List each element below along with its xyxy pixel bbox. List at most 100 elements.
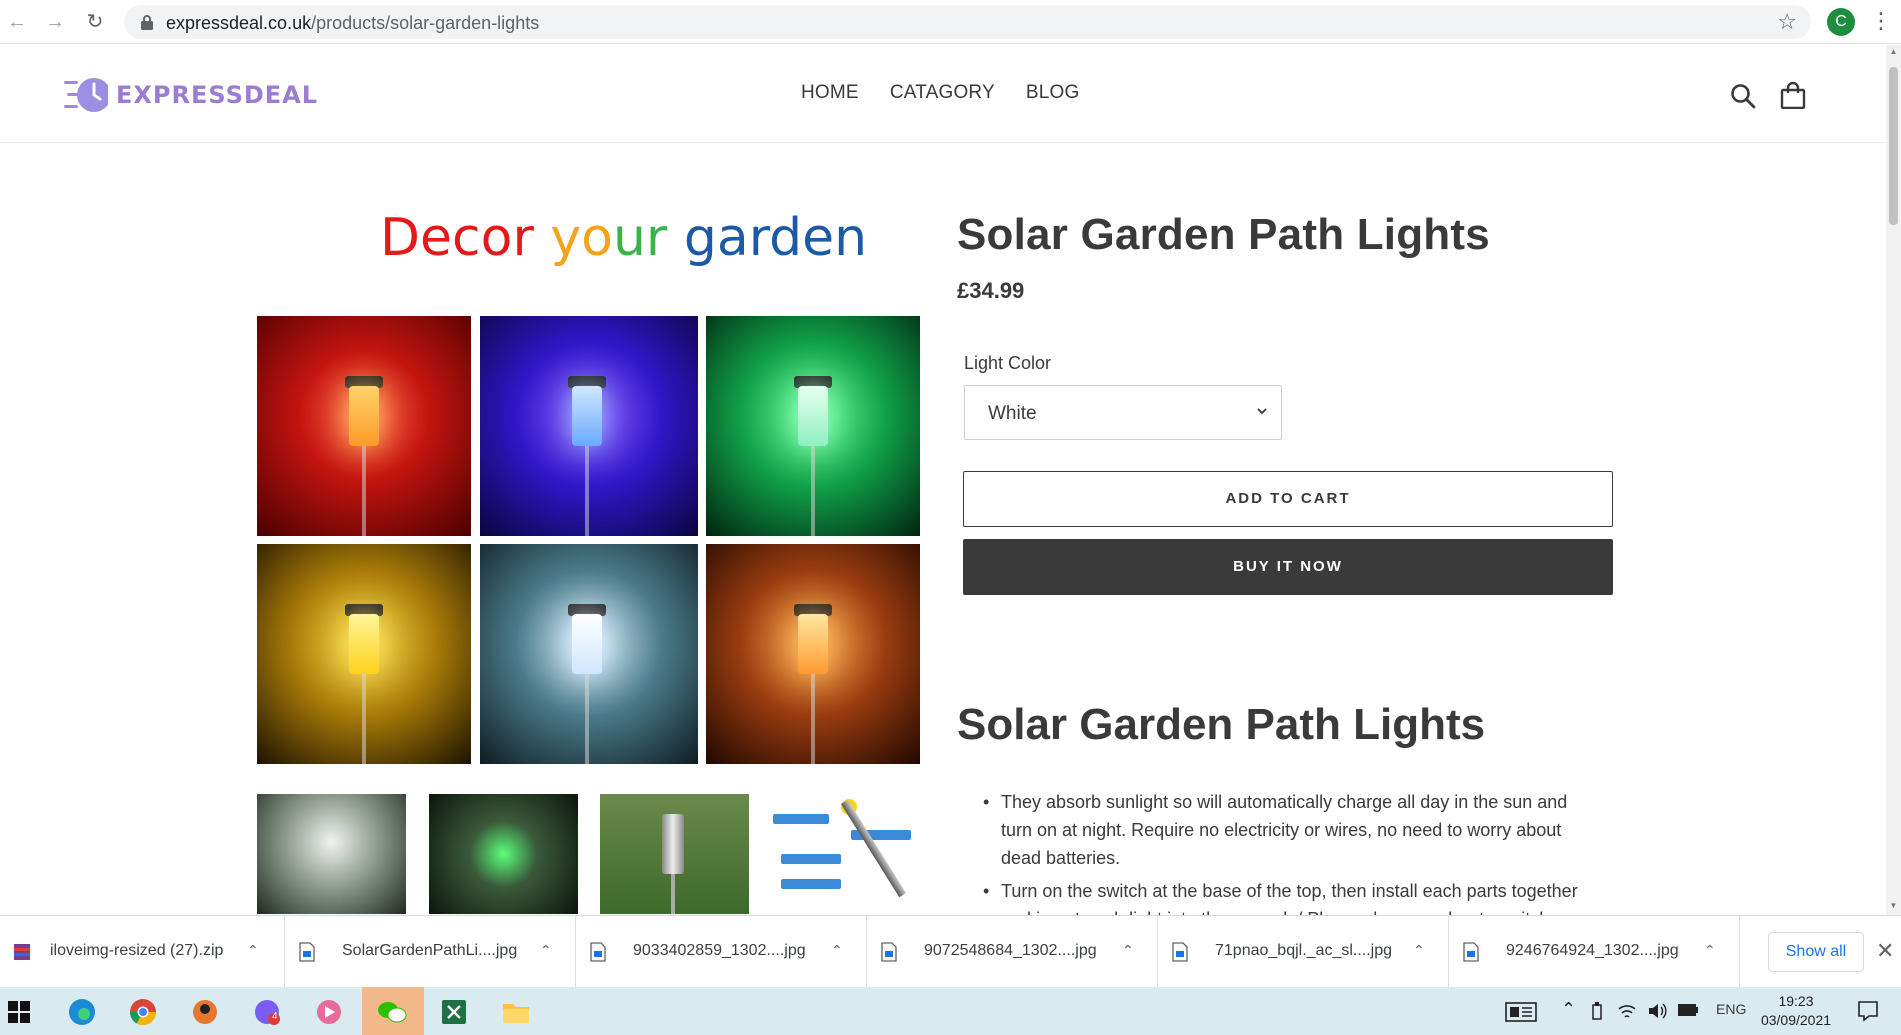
thumbnail-1[interactable]: [257, 794, 406, 914]
description-title: Solar Garden Path Lights: [957, 700, 1486, 749]
language-indicator[interactable]: ENG: [1716, 1001, 1746, 1017]
file-explorer-icon[interactable]: [499, 995, 533, 1029]
chevron-up-icon[interactable]: ⌃: [831, 942, 843, 959]
notifications-icon[interactable]: [1856, 999, 1880, 1023]
banner-word-garden: garden: [683, 208, 868, 268]
download-filename: 9033402859_1302....jpg: [633, 942, 806, 959]
thumbnail-4[interactable]: [771, 794, 920, 914]
image-file-icon: [881, 942, 897, 962]
close-icon[interactable]: ✕: [1876, 938, 1894, 964]
game-app-icon[interactable]: [188, 995, 222, 1029]
download-filename: SolarGardenPathLi....jpg: [342, 942, 518, 959]
tile-red-light: [257, 316, 471, 536]
product-banner-text: Decor your garden: [380, 208, 867, 268]
chevron-up-icon[interactable]: ⌃: [1122, 942, 1134, 959]
chevron-up-icon[interactable]: ⌃: [247, 942, 259, 959]
add-to-cart-button[interactable]: ADD TO CART: [963, 471, 1613, 527]
clock-time: 19:23: [1778, 993, 1814, 1009]
thumbnail-3[interactable]: [600, 794, 749, 914]
excel-icon[interactable]: [437, 995, 471, 1029]
buy-it-now-button[interactable]: BUY IT NOW: [963, 539, 1613, 595]
chevron-up-icon[interactable]: ⌃: [540, 942, 552, 959]
light-color-value: White: [988, 403, 1037, 424]
show-all-downloads-button[interactable]: Show all: [1768, 932, 1864, 972]
chat-app-icon[interactable]: 4: [250, 995, 284, 1029]
tile-yellow-light: [257, 544, 471, 764]
scroll-thumb[interactable]: [1889, 67, 1898, 225]
description-item: Turn on the switch at the base of the to…: [983, 877, 1603, 915]
pink-app-icon[interactable]: [312, 995, 346, 1029]
download-filename: 71pnao_bqjl._ac_sl....jpg: [1215, 942, 1393, 959]
logo-text: EXPRESSDEAL: [116, 81, 319, 109]
scroll-up-arrow-icon[interactable]: ▲: [1889, 47, 1898, 56]
back-arrow-icon[interactable]: ←: [4, 9, 30, 35]
site-logo[interactable]: EXPRESSDEAL: [64, 73, 318, 117]
browser-menu-icon[interactable]: ⋮: [1870, 8, 1892, 34]
product-title: Solar Garden Path Lights: [957, 210, 1490, 259]
forward-arrow-icon[interactable]: →: [42, 9, 68, 35]
battery-icon[interactable]: [1677, 1003, 1699, 1017]
usb-icon[interactable]: [1591, 1001, 1603, 1021]
wifi-icon[interactable]: [1617, 1001, 1637, 1021]
download-item[interactable]: 9072548684_1302....jpg ⌃: [867, 916, 1158, 988]
address-bar[interactable]: expressdeal.co.uk/products/solar-garden-…: [124, 5, 1811, 39]
download-item[interactable]: 9246764924_1302....jpg ⌃: [1449, 916, 1740, 988]
url-path: /products/solar-garden-lights: [311, 13, 540, 33]
thumbnail-2[interactable]: [429, 794, 578, 914]
zip-file-icon: [14, 944, 30, 960]
system-clock[interactable]: 19:23 03/09/2021: [1757, 992, 1835, 1030]
news-widget-icon[interactable]: [1505, 1002, 1537, 1022]
image-file-icon: [590, 942, 606, 962]
chevron-down-icon: [1257, 408, 1267, 415]
product-price: £34.99: [957, 278, 1025, 303]
main-nav: HOME CATAGORY BLOG: [801, 82, 1079, 104]
bookmark-star-icon[interactable]: ☆: [1777, 9, 1797, 35]
profile-avatar[interactable]: C: [1827, 8, 1855, 36]
search-icon[interactable]: [1730, 83, 1756, 109]
tray-chevron-up-icon[interactable]: ⌃: [1561, 999, 1576, 1020]
cart-icon[interactable]: [1780, 81, 1806, 109]
product-main-image[interactable]: [257, 316, 920, 766]
web-page: EXPRESSDEAL HOME CATAGORY BLOG Decor you…: [0, 45, 1886, 915]
image-file-icon: [1172, 942, 1188, 962]
url-domain: expressdeal.co.uk: [166, 13, 312, 33]
edge-icon[interactable]: [65, 995, 99, 1029]
image-file-icon: [1463, 942, 1479, 962]
nav-blog[interactable]: BLOG: [1026, 82, 1080, 104]
clock-logo-icon: [64, 78, 108, 112]
browser-toolbar: ← → ↻ expressdeal.co.uk/products/solar-g…: [0, 0, 1901, 44]
banner-word-your-b: ur: [612, 208, 684, 268]
download-filename: 9072548684_1302....jpg: [924, 942, 1097, 959]
banner-word-decor: Decor: [380, 208, 551, 268]
wechat-icon[interactable]: [375, 995, 409, 1029]
nav-home[interactable]: HOME: [801, 82, 859, 104]
chat-badge: 4: [272, 1011, 278, 1022]
nav-category[interactable]: CATAGORY: [890, 82, 995, 104]
chevron-up-icon[interactable]: ⌃: [1413, 942, 1425, 959]
tile-green-light: [706, 316, 920, 536]
volume-icon[interactable]: [1647, 1001, 1667, 1021]
chrome-icon[interactable]: [126, 995, 160, 1029]
download-item[interactable]: 71pnao_bqjl._ac_sl....jpg ⌃: [1158, 916, 1449, 988]
download-item[interactable]: SolarGardenPathLi....jpg ⌃: [285, 916, 576, 988]
lock-icon: [141, 15, 153, 30]
windows-start-icon[interactable]: [8, 1001, 30, 1023]
clock-date: 03/09/2021: [1760, 1012, 1832, 1028]
banner-word-your-a: yo: [550, 208, 613, 268]
reload-icon[interactable]: ↻: [82, 9, 108, 35]
site-header: EXPRESSDEAL HOME CATAGORY BLOG: [0, 45, 1886, 143]
download-filename: iloveimg-resized (27).zip: [50, 942, 224, 959]
tile-blue-light: [480, 316, 698, 536]
light-color-label: Light Color: [964, 353, 1052, 373]
downloads-shelf: iloveimg-resized (27).zip ⌃ SolarGardenP…: [0, 915, 1901, 988]
image-file-icon: [299, 942, 315, 962]
page-scrollbar[interactable]: ▲ ▼: [1886, 45, 1901, 915]
light-color-select[interactable]: White: [964, 385, 1282, 440]
download-item[interactable]: iloveimg-resized (27).zip ⌃: [0, 916, 285, 988]
tile-white-light: [480, 544, 698, 764]
url-text: expressdeal.co.uk/products/solar-garden-…: [166, 13, 539, 34]
scroll-down-arrow-icon[interactable]: ▼: [1889, 901, 1898, 910]
chevron-up-icon[interactable]: ⌃: [1704, 942, 1716, 959]
download-item[interactable]: 9033402859_1302....jpg ⌃: [576, 916, 867, 988]
description-item: They absorb sunlight so will automatical…: [983, 788, 1603, 872]
